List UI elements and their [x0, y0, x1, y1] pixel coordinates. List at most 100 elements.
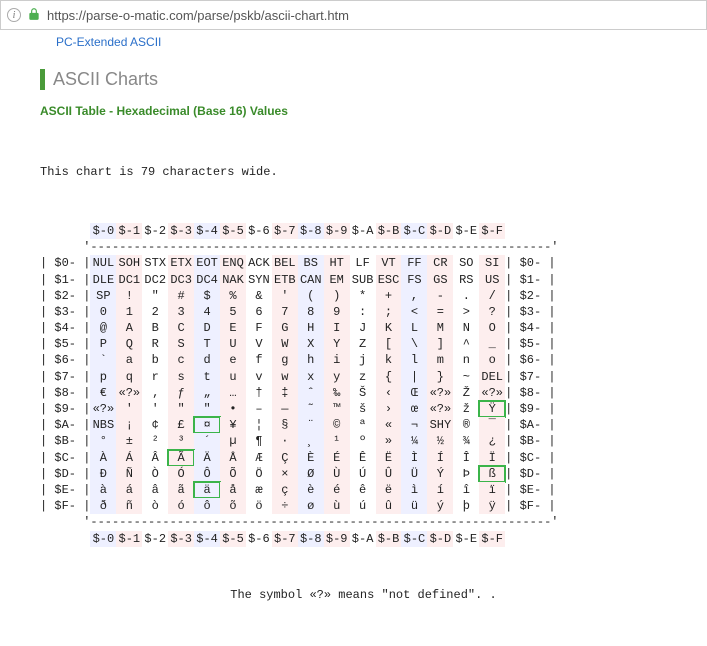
ascii-cell: Å — [220, 450, 246, 466]
ascii-cell: + — [376, 288, 402, 304]
ascii-cell: DC4 — [194, 272, 220, 288]
ascii-cell: J — [350, 320, 376, 336]
col-header: $-4 — [194, 223, 220, 239]
ascii-cell: FS — [401, 272, 427, 288]
ascii-cell: ° — [90, 433, 116, 449]
footer-note: The symbol «?» means "not defined". . — [40, 587, 687, 603]
ascii-cell: ø — [298, 498, 324, 514]
ascii-cell: ? — [479, 304, 505, 320]
info-icon[interactable]: i — [7, 8, 21, 22]
ascii-cell: ª — [350, 417, 376, 433]
ascii-cell: «?» — [479, 385, 505, 401]
ascii-cell: ESC — [376, 272, 402, 288]
col-header: $-C — [401, 223, 427, 239]
row-label: $7- — [54, 370, 76, 384]
ascii-cell: Ÿ — [479, 401, 505, 417]
ascii-cell: SUB — [350, 272, 376, 288]
col-header: $-B — [376, 223, 402, 239]
row-label-right: $2- — [520, 289, 542, 303]
ascii-cell: ý — [427, 498, 453, 514]
row-label: $A- — [54, 418, 76, 432]
ascii-cell: é — [324, 482, 350, 498]
col-header: $-5 — [220, 531, 246, 547]
ascii-cell: Á — [116, 450, 142, 466]
ascii-cell: ± — [116, 433, 142, 449]
ascii-cell: › — [376, 401, 402, 417]
section-title: ASCII Charts — [53, 69, 158, 89]
ascii-cell: " — [142, 288, 168, 304]
ascii-cell: š — [350, 401, 376, 417]
col-header: $-8 — [298, 223, 324, 239]
ascii-cell: © — [324, 417, 350, 433]
ascii-cell: £ — [168, 417, 194, 433]
ascii-cell: Ó — [168, 466, 194, 482]
ascii-cell: ƒ — [168, 385, 194, 401]
ascii-cell: ä — [194, 482, 220, 498]
ascii-cell: ) — [324, 288, 350, 304]
ascii-cell: · — [272, 433, 298, 449]
ascii-cell: HT — [324, 255, 350, 271]
ascii-cell: e — [220, 352, 246, 368]
col-header: $-2 — [142, 223, 168, 239]
row-label: $B- — [54, 434, 76, 448]
ascii-cell: «?» — [90, 401, 116, 417]
row-label: $5- — [54, 337, 76, 351]
ascii-cell: — — [272, 401, 298, 417]
ascii-cell: ™ — [324, 401, 350, 417]
ascii-cell: † — [246, 385, 272, 401]
ascii-cell: 8 — [298, 304, 324, 320]
ascii-cell: X — [298, 336, 324, 352]
row-label: $4- — [54, 321, 76, 335]
ascii-cell: ~ — [453, 369, 479, 385]
col-header: $-8 — [298, 531, 324, 547]
col-header: $-B — [376, 531, 402, 547]
ascii-cell: à — [90, 482, 116, 498]
ascii-cell: b — [142, 352, 168, 368]
ascii-cell: O — [479, 320, 505, 336]
ascii-cell: S — [168, 336, 194, 352]
ascii-cell: ô — [194, 498, 220, 514]
ascii-cell: A — [116, 320, 142, 336]
row-label: $0- — [54, 256, 76, 270]
url-display[interactable]: https://parse-o-matic.com/parse/pskb/asc… — [47, 8, 700, 23]
col-header: $-3 — [168, 223, 194, 239]
col-header: $-7 — [272, 223, 298, 239]
ascii-cell: ú — [350, 498, 376, 514]
row-label-right: $D- — [520, 467, 542, 481]
ascii-cell: T — [194, 336, 220, 352]
ascii-cell: V — [246, 336, 272, 352]
ascii-cell: ñ — [116, 498, 142, 514]
ascii-cell: DC3 — [168, 272, 194, 288]
ascii-cell: 9 — [324, 304, 350, 320]
ascii-cell: Y — [324, 336, 350, 352]
col-header: $-2 — [142, 531, 168, 547]
ascii-cell: ! — [116, 288, 142, 304]
row-label-right: $0- — [520, 256, 542, 270]
ascii-cell: VT — [376, 255, 402, 271]
ascii-cell: SO — [453, 255, 479, 271]
ascii-cell: ¢ — [142, 417, 168, 433]
ascii-cell: f — [246, 352, 272, 368]
ascii-cell: " — [168, 401, 194, 417]
row-label-right: $B- — [520, 434, 542, 448]
ascii-cell: Ç — [272, 450, 298, 466]
ascii-cell: " — [194, 401, 220, 417]
ascii-cell: Ü — [401, 466, 427, 482]
ascii-cell: ² — [142, 433, 168, 449]
ascii-cell: È — [298, 450, 324, 466]
row-label: $C- — [54, 451, 76, 465]
ascii-cell: » — [376, 433, 402, 449]
previous-link[interactable]: PC-Extended ASCII — [56, 35, 161, 49]
ascii-cell: * — [350, 288, 376, 304]
ascii-cell: ê — [350, 482, 376, 498]
ascii-cell: P — [90, 336, 116, 352]
ascii-cell: – — [246, 401, 272, 417]
ascii-cell: & — [246, 288, 272, 304]
lock-icon — [27, 7, 41, 24]
ascii-cell: L — [401, 320, 427, 336]
ascii-cell: # — [168, 288, 194, 304]
ascii-cell: Q — [116, 336, 142, 352]
ascii-cell: ; — [376, 304, 402, 320]
ascii-cell: N — [453, 320, 479, 336]
ascii-cell: h — [298, 352, 324, 368]
